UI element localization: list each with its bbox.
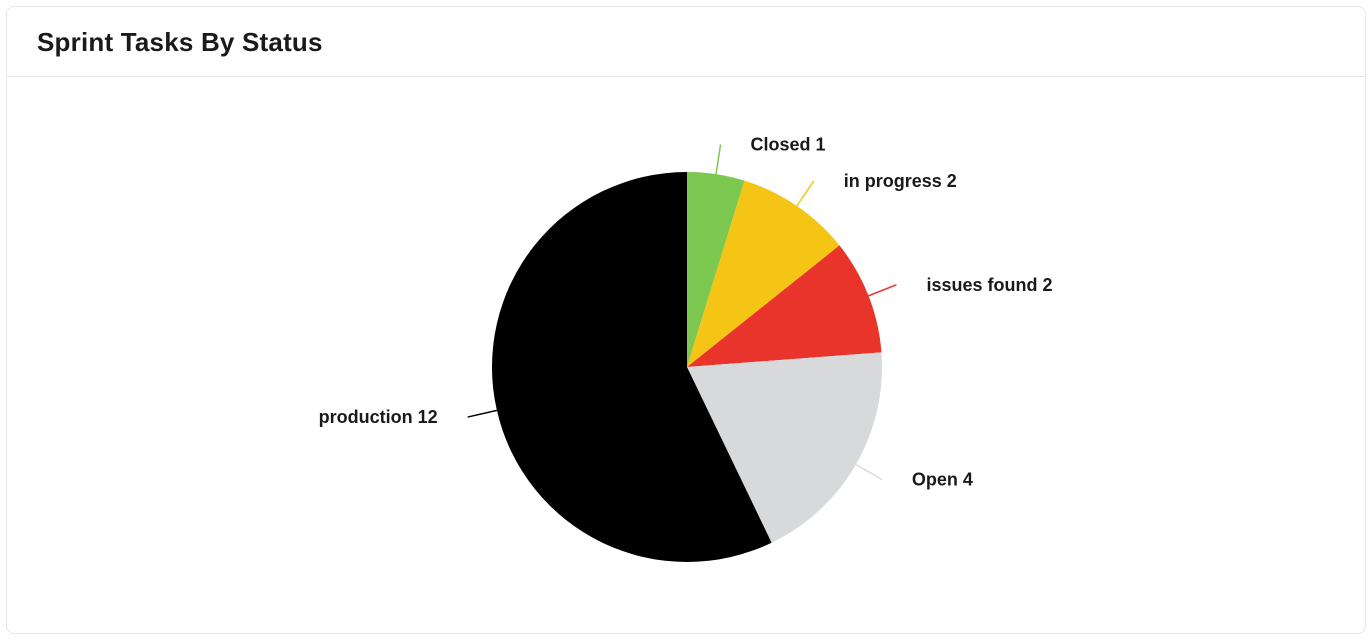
sprint-status-card: Sprint Tasks By Status Closed 1 in progre…: [6, 6, 1366, 634]
pie-chart: Closed 1 in progress 2 issues found 2 Open …: [7, 77, 1366, 634]
leader-line: [468, 410, 497, 417]
slice-label: Open 4: [912, 470, 973, 490]
slice-label: in progress 2: [844, 171, 957, 191]
card-header: Sprint Tasks By Status: [7, 7, 1365, 77]
slice-label: production 12: [319, 407, 438, 427]
leader-line: [716, 145, 720, 175]
leader-line: [797, 181, 814, 206]
leader-line: [869, 285, 897, 296]
chart-area: Closed 1 in progress 2 issues found 2 Open …: [7, 77, 1365, 633]
card-title: Sprint Tasks By Status: [37, 27, 1335, 58]
slice-label: Closed 1: [751, 135, 826, 155]
leader-line: [856, 465, 882, 480]
slice-label: issues found 2: [926, 275, 1052, 295]
